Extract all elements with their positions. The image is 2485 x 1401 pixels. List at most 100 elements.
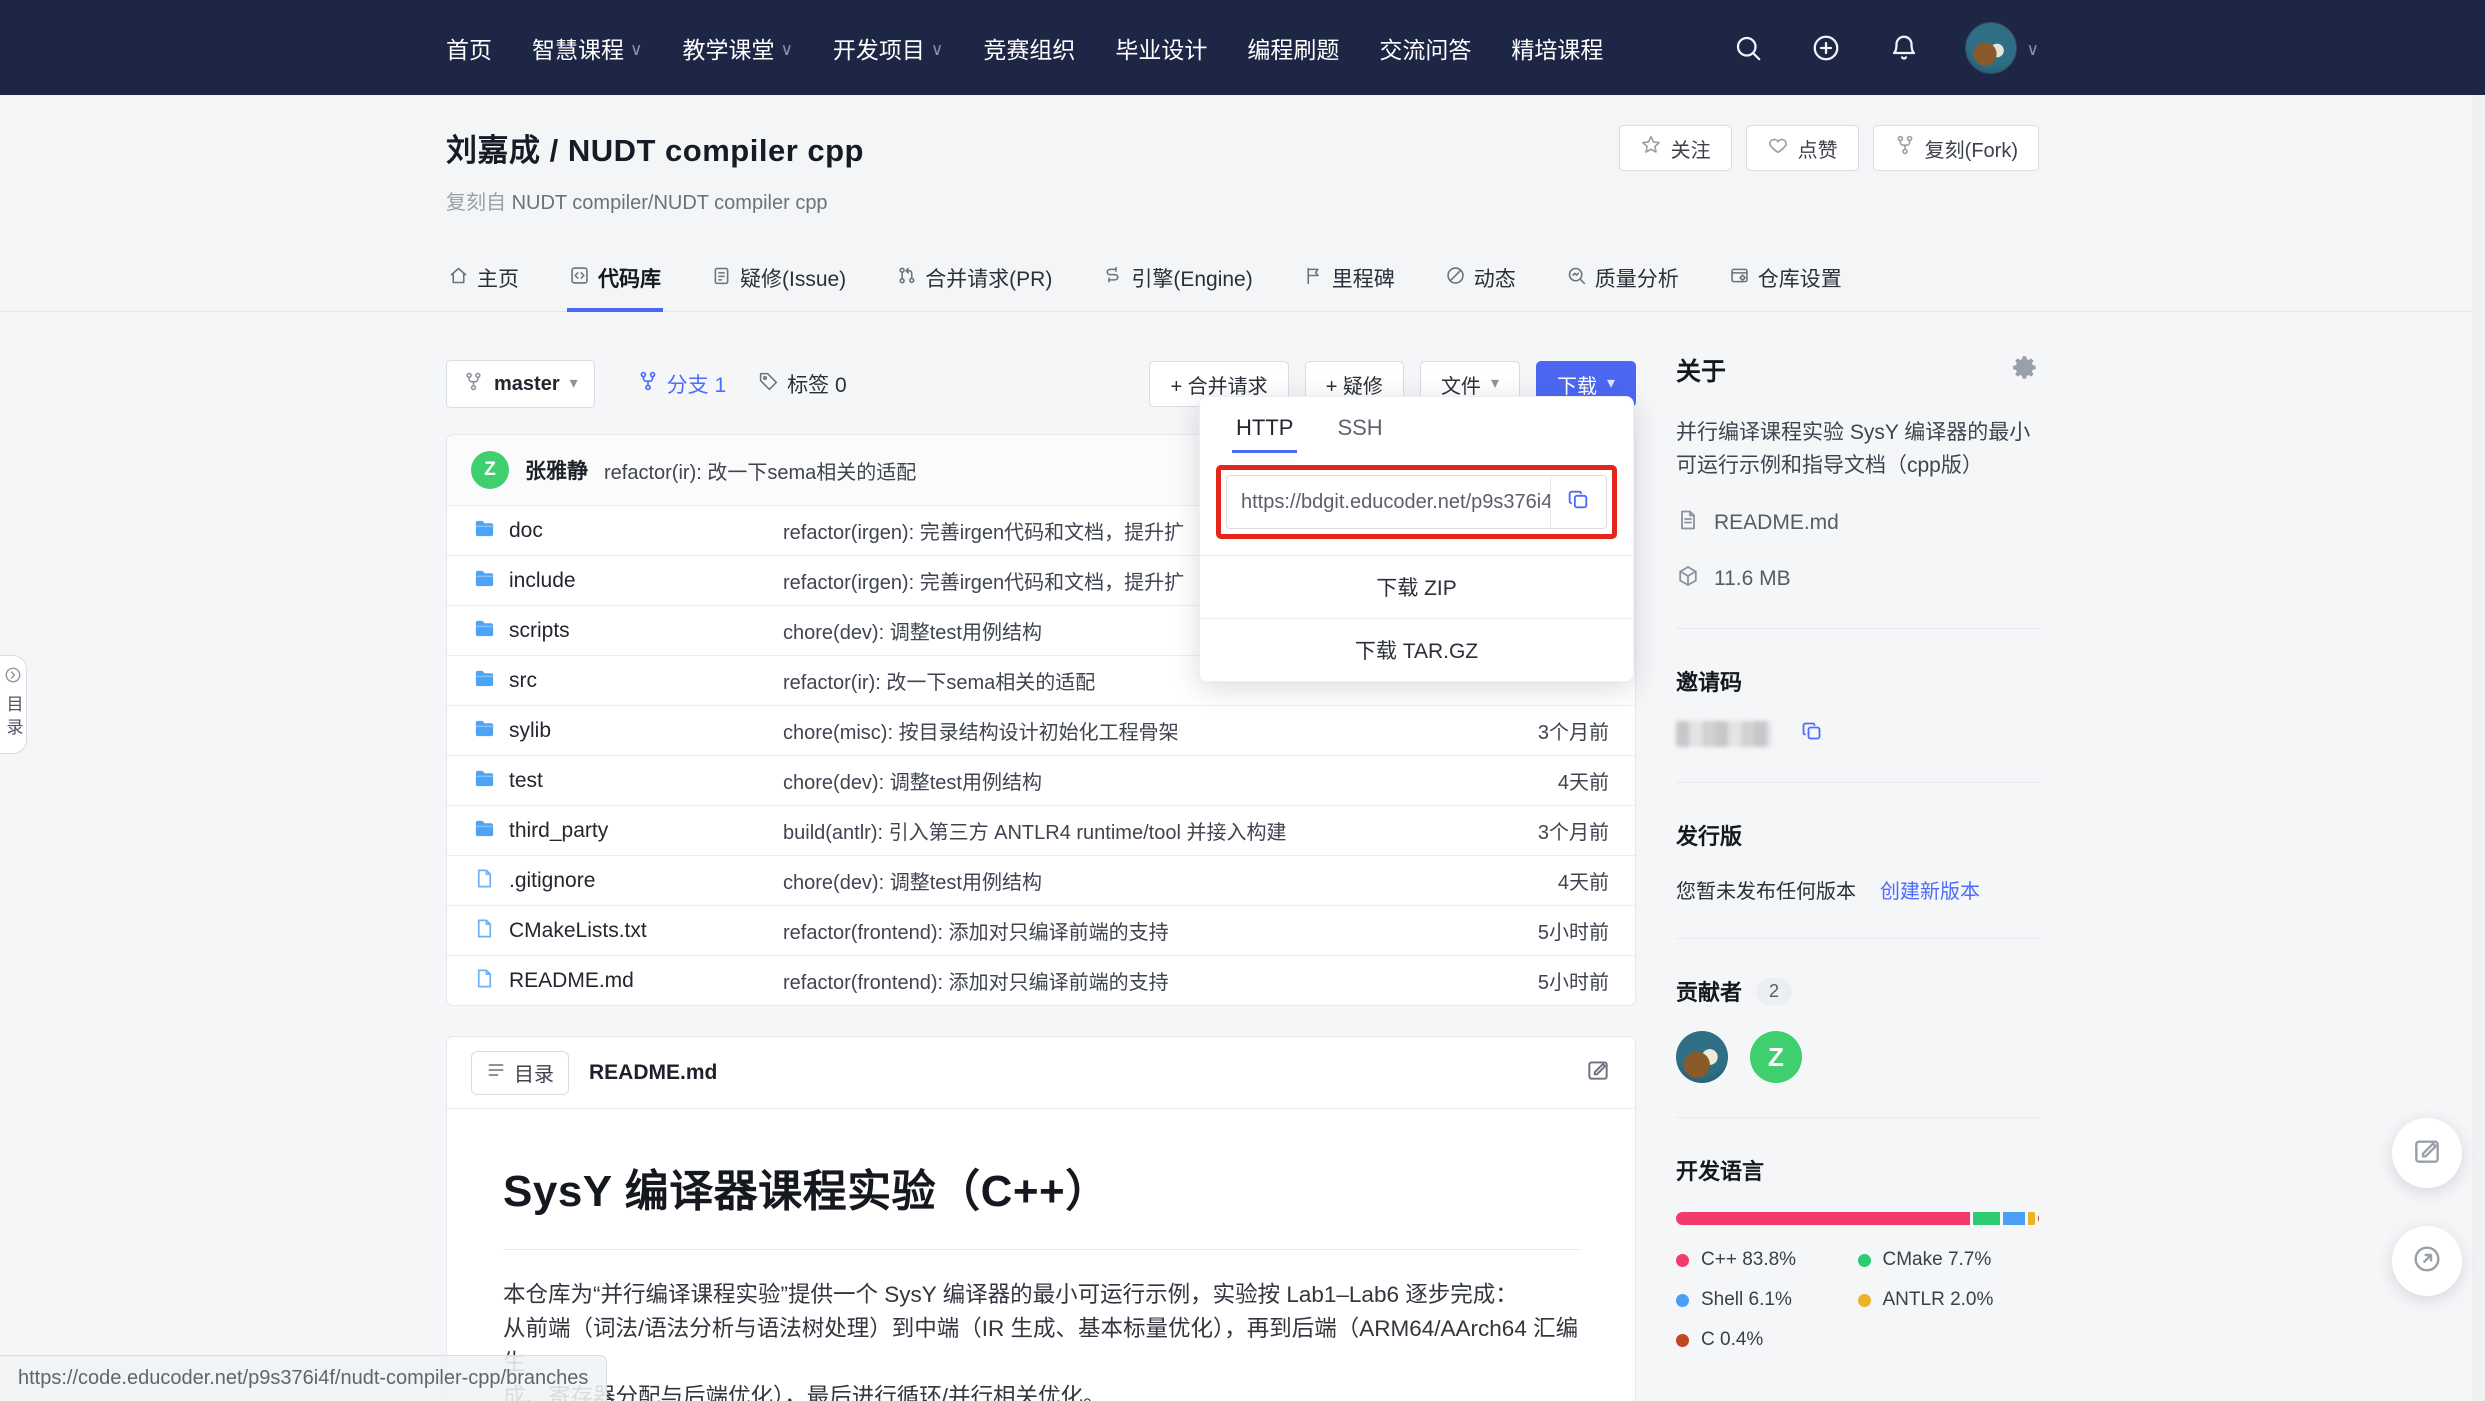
feedback-button[interactable] [2392,1118,2462,1188]
nav-item-2[interactable]: 智慧课程∨ [532,31,642,65]
tags-link[interactable]: 标签 0 [758,369,847,399]
file-name-link[interactable]: third_party [509,819,608,843]
fork-source-link[interactable]: NUDT compiler/NUDT compiler cpp [512,192,828,214]
file-name-link[interactable]: doc [509,519,543,543]
doc-icon [1676,508,1700,538]
contributor-avatar[interactable]: Z [1750,1031,1802,1083]
nav-item-8[interactable]: 交流问答 [1379,31,1471,65]
file-row: CMakeLists.txt refactor(frontend): 添加对只编译… [447,905,1635,955]
branches-link[interactable]: 分支 1 [637,369,727,399]
repo-actions: 关注点赞复刻(Fork) [1619,125,2039,171]
file-row: README.md refactor(frontend): 添加对只编译前端的支持… [447,955,1635,1005]
home-icon [448,265,469,292]
commit-author-name[interactable]: 张雅静 [525,455,588,485]
languages-bar [1676,1212,2039,1225]
heart-icon [1767,134,1789,162]
file-commit-message-link[interactable]: chore(misc): 按目录结构设计初始化工程骨架 [783,716,1459,745]
user-menu[interactable]: ∨ [1965,22,2039,74]
invite-title: 邀请码 [1676,665,2039,697]
download-targz-item[interactable]: 下载 TAR.GZ [1200,618,1633,681]
file-name-link[interactable]: scripts [509,619,570,643]
file-name-link[interactable]: include [509,569,576,593]
heart-action-button[interactable]: 点赞 [1746,125,1859,171]
tab-pr[interactable]: 合并请求(PR) [894,249,1054,311]
repository-page: 首页智慧课程∨教学课堂∨开发项目∨竞赛组织毕业设计编程刷题交流问答精培课程 ∨ … [0,0,2485,1401]
commit-message[interactable]: refactor(ir): 改一下sema相关的适配 [604,456,916,485]
issue-icon [711,265,732,292]
tab-issue[interactable]: 疑修(Issue) [709,249,848,311]
chevron-down-icon: ▾ [1607,376,1615,392]
chevron-down-icon: ▾ [570,376,578,392]
branch-selector[interactable]: master ▾ [446,360,595,408]
search-icon[interactable] [1731,31,1765,65]
file-commit-message-link[interactable]: refactor(frontend): 添加对只编译前端的支持 [783,916,1459,945]
file-name-link[interactable]: sylib [509,719,551,743]
toc-float-tab[interactable]: 目录 [0,655,27,754]
file-row: third_party build(antlr): 引入第三方 ANTLR4 ru… [447,805,1635,855]
add-icon[interactable] [1809,31,1843,65]
branches-count-label: 分支 1 [667,369,727,399]
nav-item-9[interactable]: 精培课程 [1511,31,1603,65]
fork-action-button[interactable]: 复刻(Fork) [1873,125,2039,171]
tab-home[interactable]: 主页 [446,249,521,311]
lang-color-dot [1858,1294,1871,1307]
file-commit-time: 3个月前 [1459,816,1609,845]
tab-repo-settings[interactable]: 仓库设置 [1727,249,1844,311]
share-icon [2411,1243,2443,1280]
file-commit-message-link[interactable]: refactor(frontend): 添加对只编译前端的支持 [783,966,1459,995]
lang-color-dot [1858,1254,1871,1267]
readme-heading: SysY 编译器课程实验（C++） [503,1155,1579,1219]
tab-quality[interactable]: 质量分析 [1564,249,1681,311]
file-icon [473,917,496,945]
file-name-link[interactable]: .gitignore [509,869,595,893]
nav-item-1[interactable]: 首页 [446,31,492,65]
notifications-bell-icon[interactable] [1887,31,1921,65]
file-name-link[interactable]: src [509,669,537,693]
file-commit-message-link[interactable]: chore(dev): 调整test用例结构 [783,766,1459,795]
gear-icon[interactable] [2012,354,2039,386]
file-commit-message-link[interactable]: build(antlr): 引入第三方 ANTLR4 runtime/tool … [783,816,1459,845]
nav-item-7[interactable]: 编程刷题 [1247,31,1339,65]
user-avatar[interactable] [1965,22,2017,74]
edit-readme-icon[interactable] [1585,1057,1611,1088]
file-name-link[interactable]: README.md [509,969,634,993]
file-name-link[interactable]: test [509,769,543,793]
divider [503,1249,1579,1250]
share-button[interactable] [2392,1226,2462,1296]
nav-item-4[interactable]: 开发项目∨ [833,31,943,65]
clone-url-input[interactable]: https://bdgit.educoder.net/p9s376i4 [1227,491,1550,514]
tab-engine[interactable]: 引擎(Engine) [1100,249,1254,311]
divider [1676,782,2039,783]
copy-icon[interactable] [1800,719,1824,748]
commit-author-avatar[interactable]: Z [471,451,509,489]
tab-activity[interactable]: 动态 [1443,249,1518,311]
readme-sidebar-link[interactable]: README.md [1676,508,2039,538]
file-commit-message-link[interactable]: chore(dev): 调整test用例结构 [783,866,1459,895]
create-release-link[interactable]: 创建新版本 [1880,875,1980,904]
file-icon [473,867,496,895]
current-branch-label: master [494,373,560,396]
contributor-avatar[interactable] [1676,1031,1728,1083]
file-name-link[interactable]: CMakeLists.txt [509,919,647,943]
repo-description: 并行编译课程实验 SysY 编译器的最小可运行示例和指导文档（cpp版） [1676,416,2039,482]
download-tab-ssh[interactable]: SSH [1337,415,1382,453]
toc-button[interactable]: 目录 [471,1051,569,1095]
branch-icon [637,370,659,398]
star-action-button[interactable]: 关注 [1619,125,1732,171]
chevron-down-icon: ▾ [1491,376,1499,392]
divider [1676,938,2039,939]
scrollbar-track[interactable] [2472,95,2485,1401]
copy-url-button[interactable] [1550,475,1606,529]
tab-code[interactable]: 代码库 [567,249,663,311]
nav-item-3[interactable]: 教学课堂∨ [682,31,792,65]
download-tab-http[interactable]: HTTP [1236,415,1293,453]
nav-item-5[interactable]: 竞赛组织 [983,31,1075,65]
folder-icon [473,817,496,845]
quality-icon [1566,265,1587,292]
tab-milestone[interactable]: 里程碑 [1301,249,1397,311]
download-zip-item[interactable]: 下载 ZIP [1200,555,1633,618]
chevron-down-icon: ∨ [2027,41,2039,58]
nav-item-6[interactable]: 毕业设计 [1115,31,1207,65]
file-row: .gitignorechore(dev): 调整test用例结构4天前 [447,855,1635,905]
folder-icon [473,767,496,795]
